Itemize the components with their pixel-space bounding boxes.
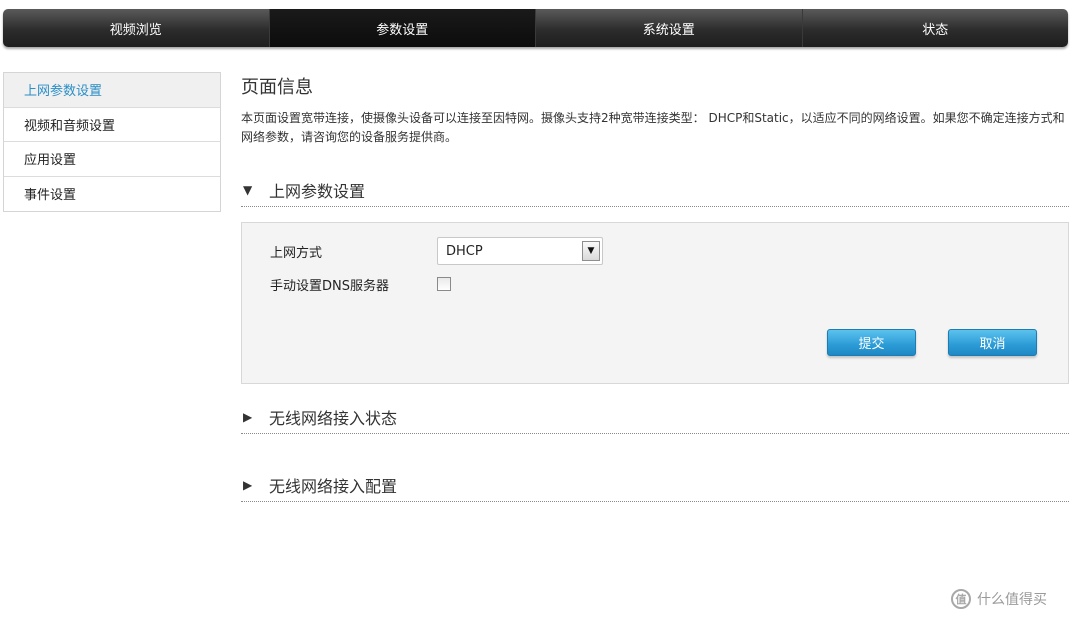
tab-parameter-settings[interactable]: 参数设置 <box>269 9 536 47</box>
page-description: 本页面设置宽带连接，使摄像头设备可以连接至因特网。摄像头支持2种宽带连接类型： … <box>241 111 1065 144</box>
manual-dns-label: 手动设置DNS服务器 <box>270 279 389 294</box>
expand-triangle-icon: ▶ <box>243 409 253 424</box>
tab-video-browse[interactable]: 视频浏览 <box>3 9 270 47</box>
top-nav-bar: 视频浏览 参数设置 系统设置 状态 <box>3 9 1068 47</box>
connection-type-select[interactable]: DHCP ▼ <box>437 237 603 265</box>
page-title: 页面信息 <box>241 77 313 98</box>
connection-type-value: DHCP <box>446 243 483 259</box>
main-content: 页面信息 本页面设置宽带连接，使摄像头设备可以连接至因特网。摄像头支持2种宽带连… <box>241 74 1069 502</box>
network-settings-panel: 上网方式 DHCP ▼ 手动设置DNS服务器 提交 取消 <box>241 222 1069 384</box>
manual-dns-checkbox[interactable] <box>437 277 451 291</box>
watermark-text: 什么值得买 <box>977 592 1047 608</box>
tab-system-settings[interactable]: 系统设置 <box>536 9 803 47</box>
section-title: 无线网络接入状态 <box>269 408 398 428</box>
watermark: 值 什么值得买 <box>951 589 1047 609</box>
expand-triangle-icon: ▶ <box>243 477 253 492</box>
tab-status[interactable]: 状态 <box>803 9 1069 47</box>
submit-button[interactable]: 提交 <box>827 329 916 356</box>
section-title: 无线网络接入配置 <box>269 476 398 496</box>
sidebar-item-video-audio-settings[interactable]: 视频和音频设置 <box>4 108 220 142</box>
sidebar-item-application-settings[interactable]: 应用设置 <box>4 142 220 177</box>
watermark-logo-icon: 值 <box>951 589 971 609</box>
collapse-triangle-icon: ▼ <box>243 182 253 197</box>
sidebar: 上网参数设置 视频和音频设置 应用设置 事件设置 <box>3 72 221 212</box>
sidebar-item-event-settings[interactable]: 事件设置 <box>4 177 220 212</box>
section-header-wireless-status[interactable]: ▶ 无线网络接入状态 <box>241 400 1069 434</box>
section-header-network-settings[interactable]: ▼ 上网参数设置 <box>241 173 1069 207</box>
section-header-wireless-config[interactable]: ▶ 无线网络接入配置 <box>241 468 1069 502</box>
sidebar-item-network-settings[interactable]: 上网参数设置 <box>4 73 220 108</box>
connection-type-label: 上网方式 <box>270 246 323 261</box>
cancel-button[interactable]: 取消 <box>948 329 1037 356</box>
section-title: 上网参数设置 <box>269 181 366 201</box>
dropdown-arrow-icon[interactable]: ▼ <box>582 241 600 261</box>
